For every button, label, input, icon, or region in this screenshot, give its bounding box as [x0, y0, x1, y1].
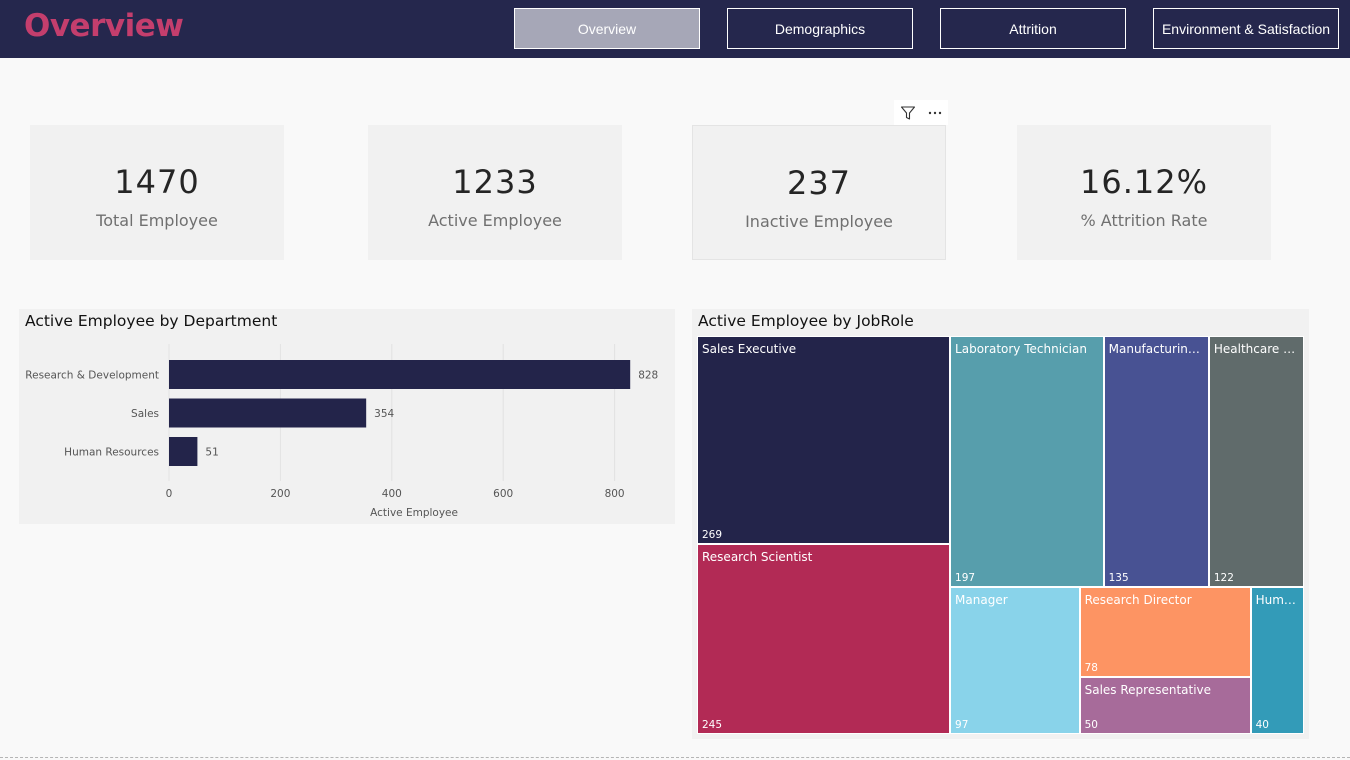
nav-button-demographics[interactable]: Demographics [727, 8, 913, 49]
kpi-label: Active Employee [428, 211, 562, 230]
x-tick-label: 400 [382, 488, 402, 500]
kpi-label: Inactive Employee [745, 212, 893, 231]
bar-data-label: 51 [205, 447, 218, 459]
kpi-value: 237 [786, 164, 852, 202]
treemap-tile-value: 197 [955, 572, 976, 585]
kpi-value: 1470 [114, 163, 200, 201]
bar-data-label: 828 [638, 370, 658, 382]
treemap-tile[interactable]: Huma... 40 [1250, 587, 1304, 734]
treemap-tile-value: 122 [1213, 572, 1234, 585]
treemap-tile-value: 97 [955, 718, 969, 731]
y-category-label: Human Resources [64, 447, 159, 459]
treemap-tile-label: Manufacturing... [1108, 342, 1204, 356]
treemap-tile[interactable]: Laboratory Technician 197 [950, 336, 1104, 588]
treemap-tile[interactable]: Research Director 78 [1079, 587, 1251, 677]
jobrole-treemap[interactable]: Sales Executive 269 Research Scientist 245 L… [697, 336, 1304, 734]
treemap-tile-value: 245 [702, 718, 723, 731]
kpi-label: % Attrition Rate [1080, 211, 1208, 230]
y-category-label: Sales [131, 408, 159, 420]
x-axis-label: Active Employee [370, 507, 458, 519]
kpi-card-total-employee[interactable]: 1470 Total Employee [30, 125, 284, 260]
page-bottom-divider [0, 757, 1350, 758]
kpi-label: Total Employee [96, 211, 218, 230]
x-tick-label: 800 [605, 488, 625, 500]
bar[interactable] [169, 398, 367, 428]
more-options-icon[interactable] [924, 102, 946, 124]
x-tick-label: 200 [270, 488, 290, 500]
treemap-tile-label: Healthcare R... [1213, 342, 1299, 356]
kpi-card-active-employee[interactable]: 1233 Active Employee [368, 125, 622, 260]
treemap-tile[interactable]: Research Scientist 245 [697, 544, 951, 734]
treemap-tile[interactable]: Sales Executive 269 [697, 336, 951, 545]
department-chart-panel[interactable]: Active Employee by Department 0 200 400 600… [19, 309, 675, 524]
filter-icon[interactable] [897, 102, 919, 124]
treemap-tile-value: 78 [1084, 661, 1098, 674]
treemap-tile-label: Sales Executive [702, 342, 797, 356]
kpi-value: 16.12% [1079, 163, 1208, 201]
kpi-card-attrition-rate[interactable]: 16.12% % Attrition Rate [1017, 125, 1271, 260]
treemap-tile[interactable]: Manufacturing... 135 [1103, 336, 1209, 588]
page-title: Overview [24, 8, 184, 44]
treemap-tile-label: Manager [955, 593, 1008, 608]
kpi-card-inactive-employee[interactable]: 237 Inactive Employee [692, 125, 946, 260]
bar[interactable] [169, 360, 631, 389]
department-bar-chart[interactable]: 0 200 400 600 800 Active Employee Research & D… [19, 309, 675, 524]
bar[interactable] [169, 437, 198, 466]
treemap-tile[interactable]: Healthcare R... 122 [1208, 336, 1304, 588]
jobrole-chart-panel[interactable]: Active Employee by JobRole Sales Executi… [692, 309, 1309, 739]
treemap-tile-label: Huma... [1255, 593, 1299, 608]
nav-button-overview[interactable]: Overview [514, 8, 700, 49]
treemap-tile-value: 135 [1108, 572, 1129, 585]
y-category-label: Research & Development [25, 370, 159, 382]
nav-button-attrition[interactable]: Attrition [940, 8, 1126, 49]
kpi-value: 1233 [452, 163, 538, 201]
nav-button-environment-satisfaction[interactable]: Environment & Satisfaction [1153, 8, 1339, 49]
x-tick-label: 0 [166, 488, 173, 500]
treemap-tile-value: 50 [1084, 718, 1098, 731]
treemap-tile-label: Research Scientist [702, 550, 813, 565]
treemap-tile-label: Laboratory Technician [955, 342, 1087, 356]
treemap-tile-label: Sales Representative [1084, 682, 1212, 697]
treemap-tile[interactable]: Manager 97 [950, 587, 1080, 734]
treemap-tile-value: 40 [1255, 718, 1269, 731]
top-navigation-bar: Overview Overview Demographics Attrition… [0, 0, 1350, 58]
treemap-tile-label: Research Director [1084, 593, 1192, 608]
treemap-tile[interactable]: Sales Representative 50 [1079, 676, 1251, 734]
visual-header-toolbar [894, 100, 948, 125]
treemap-tile-value: 269 [702, 529, 723, 542]
chart-title: Active Employee by JobRole [698, 312, 914, 330]
x-tick-label: 600 [493, 488, 513, 500]
bar-data-label: 354 [374, 408, 394, 420]
